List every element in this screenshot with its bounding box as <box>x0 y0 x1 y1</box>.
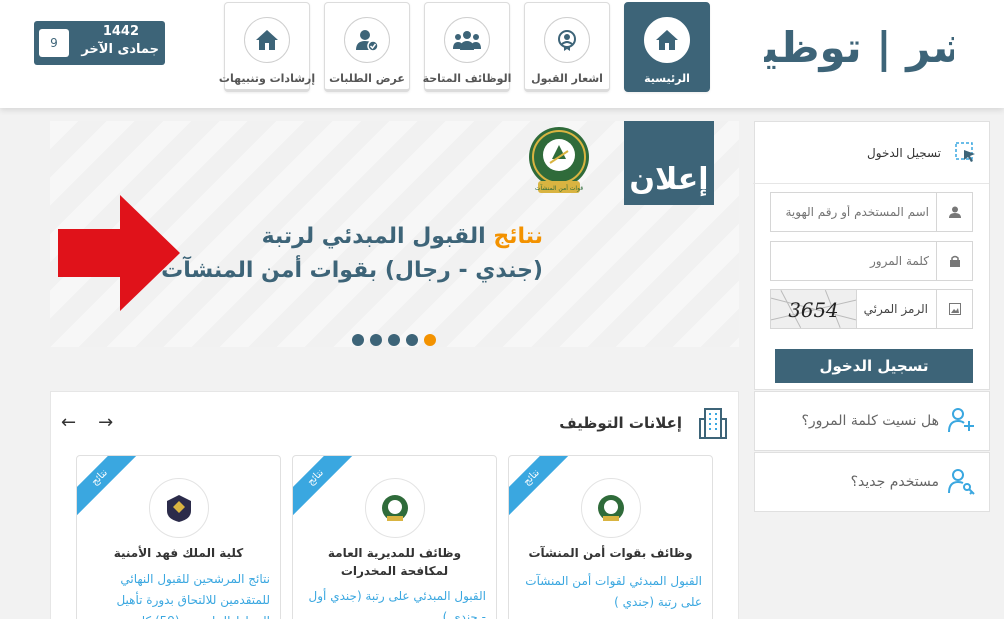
slider-dot[interactable] <box>352 334 364 346</box>
user-icon <box>936 193 972 231</box>
job-card-desc[interactable]: القبول المبدئي لقوات أمن المنشآت على رتب… <box>519 571 702 613</box>
captcha-field: الرمز المرئي 3654 <box>770 289 973 329</box>
user-request-icon <box>344 17 390 63</box>
date-month: جمادى الآخر <box>81 42 159 57</box>
announcement-banner[interactable]: إعلان قوات أمن المنشآت نتائج القبول المب… <box>50 121 739 347</box>
svg-text:3654: 3654 <box>788 299 838 322</box>
job-card-title: وظائف للمديرية العامة لمكافحة المخدرات <box>327 546 462 578</box>
job-card[interactable]: نتائج وظائف بقوات أمن المنشآت القبول الم… <box>508 455 713 619</box>
nav-requests-label: عرض الطلبات <box>329 72 405 85</box>
narcotics-control-logo <box>365 478 425 538</box>
nav-view-requests[interactable]: عرض الطلبات <box>324 2 410 92</box>
add-user-icon <box>948 408 974 433</box>
slider-dots <box>352 334 436 346</box>
arrow-left-icon[interactable]: ← <box>61 412 76 433</box>
nav-home[interactable]: الرئيسية <box>624 2 710 92</box>
job-card-title: كلية الملك فهد الأمنية <box>113 546 244 560</box>
forgot-password-text: هل نسيت كلمة المرور؟ <box>801 413 939 429</box>
captcha-image[interactable]: 3654 <box>771 290 857 328</box>
username-input[interactable] <box>773 196 933 228</box>
login-title: تسجيل الدخول <box>867 146 941 160</box>
king-fahd-academy-logo <box>149 478 209 538</box>
nav-guidance-label: إرشادات وتنبيهات <box>218 72 316 85</box>
job-card[interactable]: نتائج كلية الملك فهد الأمنية نتائج المرش… <box>76 455 281 619</box>
job-announcements: إعلانات التوظيف ← → نتائج وظائف بقوات أم… <box>50 391 739 619</box>
username-field <box>770 192 973 232</box>
cursor-select-icon <box>955 142 975 162</box>
nav-guidance[interactable]: إرشادات وتنبيهات <box>219 2 315 92</box>
job-card[interactable]: نتائج وظائف للمديرية العامة لمكافحة المخ… <box>292 455 497 619</box>
login-header: تسجيل الدخول <box>753 122 989 184</box>
slider-dot-active[interactable] <box>424 334 436 346</box>
nav-acceptance-notice[interactable]: اشعار القبول <box>524 2 610 92</box>
job-card-desc[interactable]: القبول المبدئي على رتبة (جندي أول - جندي… <box>303 586 486 619</box>
svg-text:أبشر | توظيف: أبشر | توظيف <box>764 20 954 73</box>
hijri-date: 9 1442 جمادى الآخر <box>34 21 165 65</box>
password-input[interactable] <box>773 245 933 277</box>
result-ribbon: نتائج <box>77 456 139 517</box>
user-key-icon <box>948 469 975 495</box>
nav-home-label: الرئيسية <box>644 72 690 85</box>
badge-icon <box>544 17 590 63</box>
jobs-carousel-controls: ← → <box>61 412 113 433</box>
forgot-password-link[interactable]: هل نسيت كلمة المرور؟ <box>754 391 990 451</box>
main-nav: الرئيسية اشعار القبول الوظائف المتاحة عر… <box>219 2 710 92</box>
date-day: 9 <box>39 29 69 57</box>
banner-headline-rest: القبول المبدئي لرتبة <box>261 224 486 249</box>
new-user-text: مستخدم جديد؟ <box>850 474 939 490</box>
facilities-security-emblem: قوات أمن المنشآت <box>529 127 589 193</box>
slider-dot[interactable] <box>370 334 382 346</box>
result-ribbon: نتائج <box>293 456 355 517</box>
jobs-section-title: إعلانات التوظيف <box>559 414 682 432</box>
nav-available-jobs[interactable]: الوظائف المتاحة <box>422 2 512 92</box>
lock-icon <box>936 242 972 280</box>
password-field <box>770 241 973 281</box>
arrow-right-icon[interactable]: → <box>98 412 113 433</box>
nav-jobs-label: الوظائف المتاحة <box>422 72 512 85</box>
captcha-label: الرمز المرئي <box>863 302 928 316</box>
home-icon <box>244 17 290 63</box>
result-ribbon: نتائج <box>509 456 571 517</box>
job-card-title: وظائف بقوات أمن المنشآت <box>528 546 693 560</box>
nav-acceptance-label: اشعار القبول <box>531 72 603 85</box>
job-card-desc[interactable]: نتائج المرشحين للقبول النهائي للمتقدمين … <box>87 569 270 619</box>
banner-subline: (جندي - رجال) بقوات أمن المنشآت <box>161 258 543 283</box>
login-panel: تسجيل الدخول الرمز المرئي 3654 تسجيل الد… <box>753 121 990 390</box>
top-header: أبشر | توظيف الرئيسية اشعار القبول الوظا… <box>0 0 1004 108</box>
banner-headline: نتائج القبول المبدئي لرتبة <box>262 224 543 249</box>
facilities-security-logo <box>581 478 641 538</box>
image-icon <box>936 290 972 328</box>
building-icon <box>699 408 727 439</box>
slider-dot[interactable] <box>406 334 418 346</box>
new-user-link[interactable]: مستخدم جديد؟ <box>754 452 990 512</box>
login-submit-button[interactable]: تسجيل الدخول <box>775 349 973 383</box>
right-arrow-icon <box>58 195 180 311</box>
slider-dot[interactable] <box>388 334 400 346</box>
svg-text:قوات أمن المنشآت: قوات أمن المنشآت <box>535 183 583 192</box>
banner-headline-highlight: نتائج <box>493 224 543 249</box>
home-icon <box>644 17 690 63</box>
absher-tawzif-logo[interactable]: أبشر | توظيف <box>764 8 954 88</box>
date-year: 1442 <box>102 24 139 39</box>
banner-tag: إعلان <box>624 121 714 205</box>
group-icon <box>444 17 490 63</box>
